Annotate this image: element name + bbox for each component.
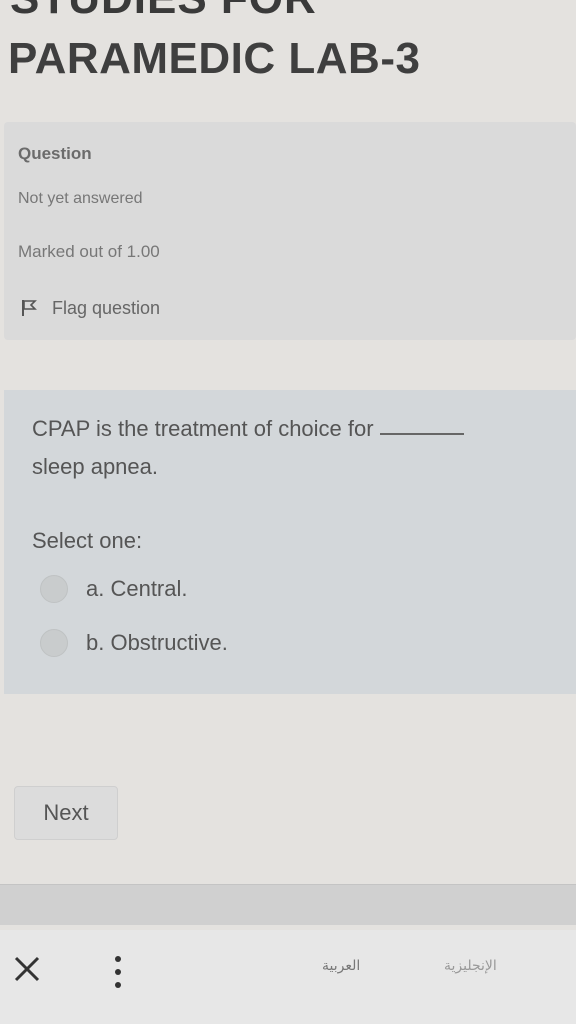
question-text: CPAP is the treatment of choice for slee… — [32, 410, 562, 486]
flag-question-link[interactable]: Flag question — [20, 296, 160, 320]
answer-option-b[interactable]: b. Obstructive. — [40, 628, 228, 658]
select-one-prompt: Select one: — [32, 528, 143, 553]
option-a-label: a. Central. — [86, 576, 188, 601]
flag-question-label: Flag question — [52, 297, 161, 318]
question-state: Not yet answered — [18, 190, 143, 207]
more-vert-icon[interactable] — [112, 952, 124, 992]
language-english[interactable]: الإنجليزية — [444, 958, 497, 974]
language-arabic[interactable]: العربية — [322, 958, 360, 974]
course-title-partial: STUDIES FOR — [10, 0, 317, 14]
radio-button-b[interactable] — [40, 629, 68, 657]
page-footer-strip — [0, 884, 576, 925]
question-text-line1: CPAP is the treatment of choice for — [32, 416, 374, 441]
question-text-line2: sleep apnea. — [32, 454, 158, 479]
answer-blank — [379, 433, 464, 436]
next-button[interactable]: Next — [14, 786, 118, 840]
page-title: PARAMEDIC LAB-3 — [8, 34, 421, 83]
radio-button-a[interactable] — [40, 575, 68, 603]
quiz-page: STUDIES FOR PARAMEDIC LAB-3 Question Not… — [0, 0, 576, 1024]
option-b-label: b. Obstructive. — [86, 630, 228, 655]
flag-icon — [22, 300, 37, 316]
answer-option-a[interactable]: a. Central. — [40, 574, 188, 604]
browser-bottom-bar — [0, 930, 576, 1024]
close-icon[interactable] — [12, 954, 42, 984]
question-grade: Marked out of 1.00 — [18, 242, 160, 261]
course-title-strip: STUDIES FOR — [0, 0, 576, 14]
question-number-label: Question — [18, 144, 92, 163]
